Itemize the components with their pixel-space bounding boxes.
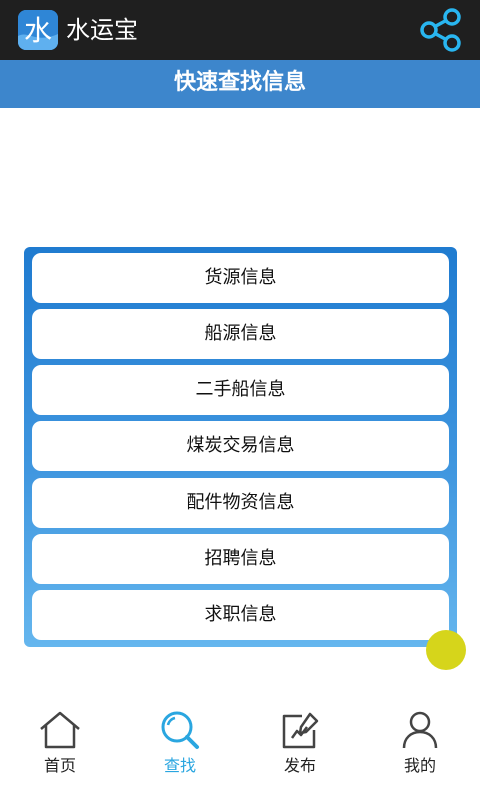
tab-search-label: 查找 — [163, 756, 196, 775]
tab-publish-label: 发布 — [283, 756, 316, 775]
menu-item-parts-supplies[interactable]: 配件物资信息 — [32, 478, 449, 528]
logo-character: 水 — [24, 14, 52, 47]
tab-mine-label: 我的 — [403, 756, 436, 775]
home-icon — [40, 711, 80, 749]
edit-icon — [282, 712, 319, 749]
page-title: 快速查找信息 — [0, 60, 480, 108]
menu-item-used-ship[interactable]: 二手船信息 — [32, 365, 449, 415]
tab-home-label: 首页 — [43, 756, 76, 775]
menu-item-cargo-source[interactable]: 货源信息 — [32, 253, 449, 303]
app-bar: 水 水运宝 — [0, 0, 480, 60]
tab-home[interactable]: 首页 — [0, 708, 120, 778]
tab-search[interactable]: 查找 — [120, 708, 240, 778]
tab-publish[interactable]: 发布 — [240, 708, 360, 778]
search-icon — [161, 711, 199, 749]
water-logo-icon: 水 — [18, 10, 58, 50]
app-logo: 水 — [18, 10, 58, 50]
menu-item-recruitment[interactable]: 招聘信息 — [32, 534, 449, 584]
tab-mine[interactable]: 我的 — [360, 708, 480, 778]
menu-item-ship-source[interactable]: 船源信息 — [32, 309, 449, 359]
app-title: 水运宝 — [66, 16, 138, 44]
floating-action-button[interactable] — [426, 630, 466, 670]
user-icon — [402, 711, 438, 749]
bottom-tab-bar: 首页 查找 发布 我的 — [0, 700, 480, 800]
share-button[interactable] — [418, 8, 464, 52]
share-icon — [420, 8, 461, 52]
menu-item-coal-trade[interactable]: 煤炭交易信息 — [32, 421, 449, 471]
menu-panel: 货源信息 船源信息 二手船信息 煤炭交易信息 配件物资信息 招聘信息 求职信息 — [24, 247, 457, 647]
menu-item-job-seeking[interactable]: 求职信息 — [32, 590, 449, 640]
